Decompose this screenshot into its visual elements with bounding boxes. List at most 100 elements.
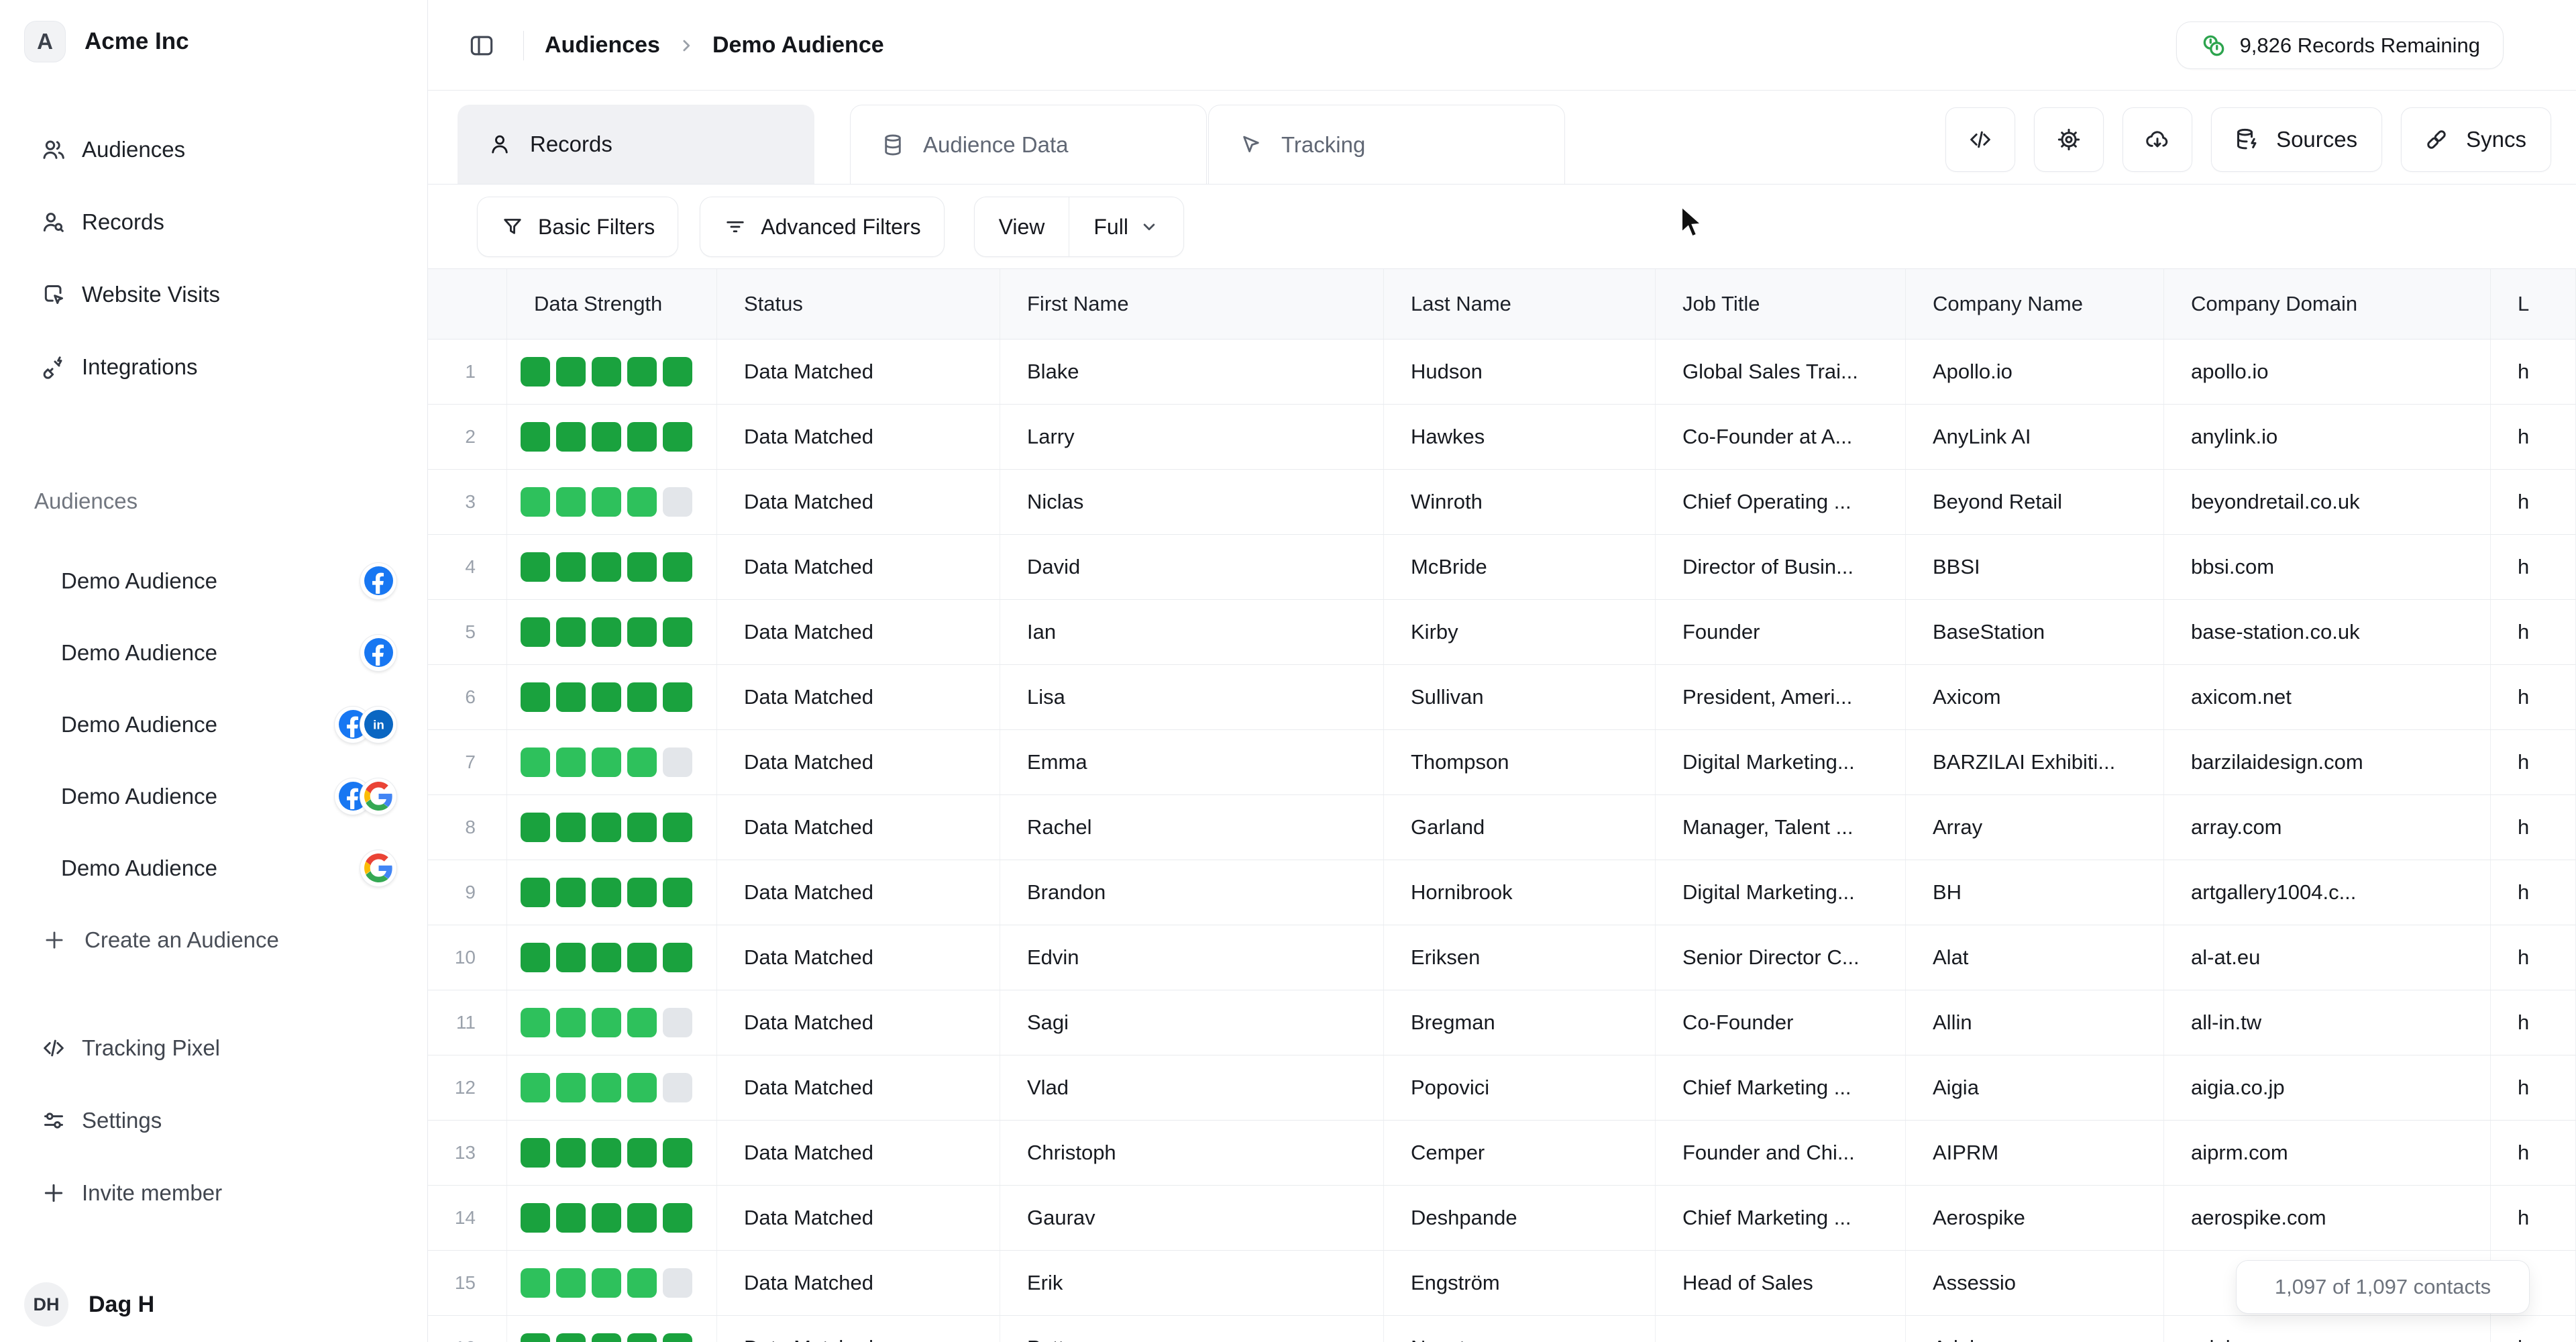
breadcrumb: Audiences Demo Audience: [545, 0, 884, 91]
user-menu[interactable]: DH Dag H: [24, 1279, 403, 1330]
column-header[interactable]: Company Name: [1906, 269, 2164, 339]
strength-bar: [592, 552, 621, 582]
tab-tracking[interactable]: Tracking: [1208, 105, 1565, 184]
strength-bar: [627, 1073, 657, 1102]
strength-bar: [556, 1073, 586, 1102]
cell-company: BH: [1906, 860, 2164, 925]
sidebar-item-tracking-pixel[interactable]: Tracking Pixel: [0, 1012, 427, 1084]
row-number: 4: [428, 535, 507, 599]
cell-domain: aiprm.com: [2164, 1121, 2491, 1185]
records-remaining-badge[interactable]: 9,826 Records Remaining: [2176, 21, 2504, 69]
strength-bar: [556, 357, 586, 386]
audience-list-item[interactable]: Demo Audience: [0, 617, 427, 688]
table-row[interactable]: 13Data MatchedChristophCemperFounder and…: [428, 1121, 2576, 1186]
row-number: 7: [428, 730, 507, 794]
cell-domain: adobe.com: [2164, 1316, 2491, 1342]
cell-link: h: [2491, 1316, 2576, 1342]
strength-bar: [521, 813, 550, 842]
strength-bar: [627, 357, 657, 386]
export-button[interactable]: [2123, 107, 2192, 172]
row-number: 13: [428, 1121, 507, 1185]
column-header[interactable]: Last Name: [1384, 269, 1656, 339]
column-header[interactable]: Status: [717, 269, 1000, 339]
sidebar-item-records[interactable]: Records: [0, 186, 427, 258]
column-header[interactable]: [428, 269, 507, 339]
strength-bar: [592, 617, 621, 647]
data-strength-bars: [507, 470, 717, 534]
table-row[interactable]: 16Data MatchedPattyNozatoAdobeadobe.comh: [428, 1316, 2576, 1342]
workspace-switcher[interactable]: A Acme Inc: [24, 16, 403, 67]
strength-bar: [521, 878, 550, 907]
strength-bar: [556, 682, 586, 712]
column-header[interactable]: Job Title: [1656, 269, 1906, 339]
table-row[interactable]: 10Data MatchedEdvinEriksenSenior Directo…: [428, 925, 2576, 990]
strength-bar: [663, 878, 692, 907]
audience-platform-badges: [360, 635, 396, 671]
column-header[interactable]: Data Strength: [507, 269, 717, 339]
sidebar-item-settings[interactable]: Settings: [0, 1084, 427, 1157]
sidebar-item-label: Integrations: [82, 354, 197, 380]
cell-company: Axicom: [1906, 665, 2164, 729]
syncs-button[interactable]: Syncs: [2401, 107, 2551, 172]
table-row[interactable]: 9Data MatchedBrandonHornibrookDigital Ma…: [428, 860, 2576, 925]
cell-job: Chief Operating ...: [1656, 470, 1906, 534]
cell-job: Chief Marketing ...: [1656, 1055, 1906, 1120]
column-header[interactable]: Company Domain: [2164, 269, 2491, 339]
strength-bar: [556, 1333, 586, 1342]
cell-last: Hornibrook: [1384, 860, 1656, 925]
column-header[interactable]: L: [2491, 269, 2576, 339]
code-icon: [40, 1035, 67, 1062]
cell-first: Ian: [1000, 600, 1384, 664]
table-row[interactable]: 11Data MatchedSagiBregmanCo-FounderAllin…: [428, 990, 2576, 1055]
table-row[interactable]: 7Data MatchedEmmaThompsonDigital Marketi…: [428, 730, 2576, 795]
sources-button[interactable]: Sources: [2211, 107, 2382, 172]
cell-company: Allin: [1906, 990, 2164, 1055]
strength-bar: [627, 1203, 657, 1233]
sidebar-item-website-visits[interactable]: Website Visits: [0, 258, 427, 331]
embed-code-button[interactable]: [1945, 107, 2015, 172]
audience-list-item[interactable]: Demo Audience: [0, 832, 427, 904]
view-control[interactable]: View Full: [974, 197, 1184, 257]
view-value: Full: [1093, 215, 1128, 240]
sidebar-nav: AudiencesRecordsWebsite Visits Integratio…: [0, 113, 427, 403]
breadcrumb-audiences[interactable]: Audiences: [545, 32, 660, 58]
table-row[interactable]: 6Data MatchedLisaSullivanPresident, Amer…: [428, 665, 2576, 730]
sidebar-item-integrations[interactable]: Integrations: [0, 331, 427, 403]
column-header[interactable]: First Name: [1000, 269, 1384, 339]
cursor-icon: [1238, 132, 1264, 158]
person-icon: [487, 132, 513, 157]
table-row[interactable]: 12Data MatchedVladPopoviciChief Marketin…: [428, 1055, 2576, 1121]
audience-list-item[interactable]: Demo Audience: [0, 545, 427, 617]
sidebar-item-invite-member[interactable]: Invite member: [0, 1157, 427, 1229]
strength-bar: [663, 1073, 692, 1102]
cell-company: Array: [1906, 795, 2164, 860]
strength-bar: [521, 552, 550, 582]
create-audience-button[interactable]: Create an Audience: [0, 904, 427, 976]
table-row[interactable]: 3Data MatchedNiclasWinrothChief Operatin…: [428, 470, 2576, 535]
tab-audience-data[interactable]: Audience Data: [850, 105, 1207, 184]
view-value-dropdown[interactable]: Full: [1069, 197, 1183, 256]
advanced-filters-label: Advanced Filters: [761, 215, 920, 240]
audience-list-item[interactable]: Demo Audience: [0, 760, 427, 832]
settings-button[interactable]: [2034, 107, 2104, 172]
strength-bar: [521, 422, 550, 452]
cell-link: h: [2491, 340, 2576, 404]
sidebar-toggle-icon[interactable]: [466, 30, 498, 62]
tab-records[interactable]: Records: [458, 105, 814, 184]
table-row[interactable]: 8Data MatchedRachelGarlandManager, Talen…: [428, 795, 2576, 860]
table-row[interactable]: 1Data MatchedBlakeHudsonGlobal Sales Tra…: [428, 340, 2576, 405]
cell-link: h: [2491, 405, 2576, 469]
advanced-filters-button[interactable]: Advanced Filters: [700, 197, 944, 257]
table-row[interactable]: 4Data MatchedDavidMcBrideDirector of Bus…: [428, 535, 2576, 600]
audience-list-item[interactable]: Demo Audiencein: [0, 688, 427, 760]
table-row[interactable]: 2Data MatchedLarryHawkesCo-Founder at A.…: [428, 405, 2576, 470]
data-strength-bars: [507, 925, 717, 990]
cell-link: h: [2491, 600, 2576, 664]
table-row[interactable]: 14Data MatchedGauravDeshpandeChief Marke…: [428, 1186, 2576, 1251]
table-row[interactable]: 5Data MatchedIanKirbyFounderBaseStationb…: [428, 600, 2576, 665]
basic-filters-button[interactable]: Basic Filters: [477, 197, 678, 257]
sidebar-item-audiences[interactable]: Audiences: [0, 113, 427, 186]
strength-bar: [627, 487, 657, 517]
cell-last: Engström: [1384, 1251, 1656, 1315]
cell-status: Data Matched: [717, 405, 1000, 469]
